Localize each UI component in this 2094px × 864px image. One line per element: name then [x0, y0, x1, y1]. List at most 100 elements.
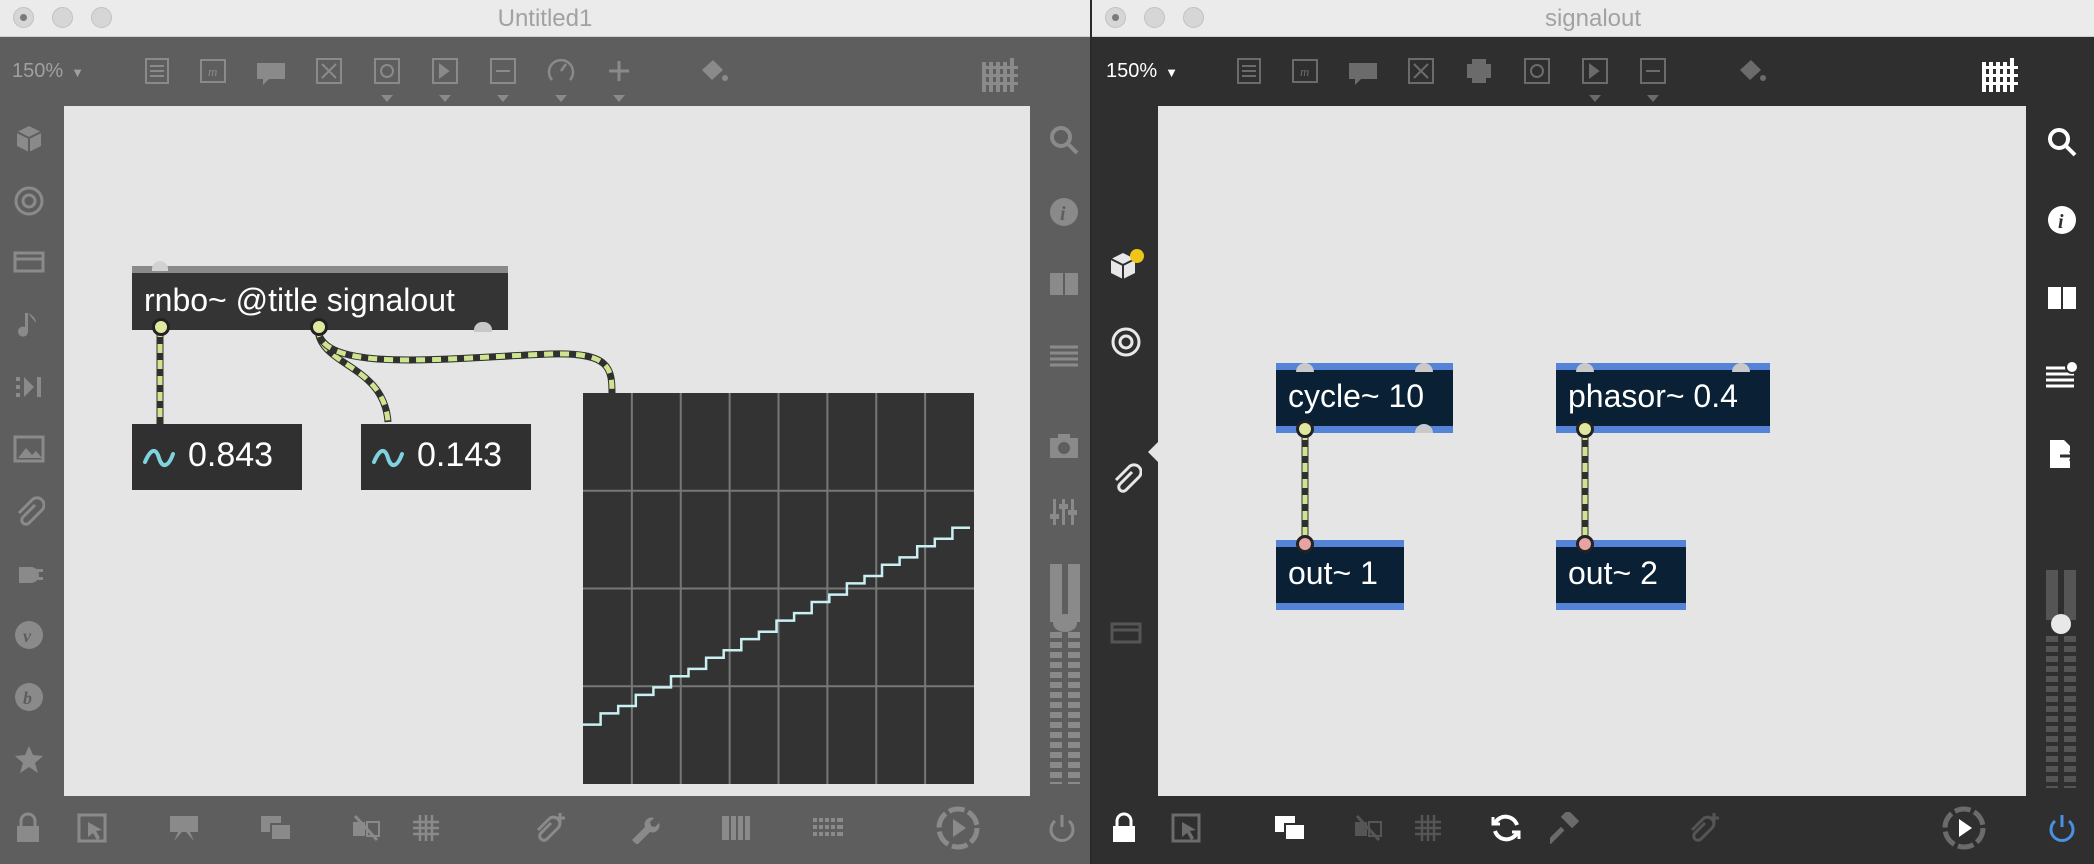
outlet[interactable] [1576, 420, 1594, 438]
inlet[interactable] [1576, 535, 1594, 553]
paperclip-icon[interactable] [10, 492, 48, 530]
zoom-dropdown[interactable]: 150% ▼ [1106, 60, 1178, 83]
export-icon[interactable] [2042, 434, 2082, 474]
outlet-3[interactable] [474, 322, 492, 332]
pin-add-icon[interactable] [1684, 810, 1724, 846]
target-icon[interactable] [10, 182, 48, 220]
number-icon[interactable] [428, 54, 462, 102]
number-signal-box-1[interactable]: 0.843 [132, 424, 302, 490]
search-icon[interactable] [1044, 122, 1084, 158]
hammer-icon[interactable] [1546, 810, 1586, 846]
button-icon[interactable] [370, 54, 404, 102]
package-icon[interactable] [10, 120, 48, 158]
number-icon[interactable] [1578, 54, 1612, 102]
hash-grid-icon[interactable] [406, 810, 446, 846]
comment-icon[interactable] [254, 56, 288, 90]
power-icon[interactable] [2044, 810, 2080, 846]
media-icon[interactable] [1106, 614, 1146, 654]
number-signal-box-2[interactable]: 0.143 [361, 424, 531, 490]
layers-icon[interactable] [1270, 810, 1310, 846]
piano-icon[interactable] [716, 810, 756, 846]
matrix-icon[interactable] [1462, 54, 1496, 88]
add-object-icon[interactable] [602, 54, 636, 102]
split-icon[interactable] [2042, 278, 2082, 318]
mixer-icon[interactable] [1044, 494, 1084, 530]
search-icon[interactable] [2042, 122, 2082, 162]
comment-icon[interactable] [1346, 56, 1380, 90]
audio-on-icon[interactable] [1940, 804, 1988, 852]
sequencer-icon[interactable] [10, 368, 48, 406]
presentation-icon[interactable] [1166, 810, 1206, 846]
inlet[interactable] [1296, 363, 1314, 372]
plugin-icon[interactable] [10, 554, 48, 592]
grid-icon[interactable] [1980, 54, 2020, 94]
lock-icon[interactable] [1106, 810, 1142, 846]
cycle-object[interactable]: cycle~ 10 [1276, 363, 1453, 438]
toggle-icon[interactable] [312, 54, 346, 88]
toggle-icon[interactable] [1404, 54, 1438, 88]
music-note-icon[interactable] [10, 306, 48, 344]
paperclip-icon[interactable] [1106, 458, 1146, 498]
camera-icon[interactable] [1044, 428, 1084, 464]
outlet-2[interactable] [310, 318, 328, 336]
split-icon[interactable] [1044, 266, 1084, 302]
outlet[interactable] [1415, 424, 1433, 433]
output-level-meter[interactable] [1048, 564, 1082, 784]
inlet[interactable] [1576, 363, 1594, 372]
debug-icon[interactable] [1348, 810, 1388, 846]
package-icon[interactable] [1106, 246, 1146, 286]
outlet[interactable] [1296, 420, 1314, 438]
button-icon[interactable] [1520, 54, 1554, 88]
inlet[interactable] [152, 261, 168, 271]
debug-icon[interactable] [346, 810, 386, 846]
rnbo-object[interactable]: rnbo~ @title signalout [132, 261, 508, 336]
patcher-canvas[interactable]: cycle~ 10 phasor~ 0.4 out~ 1 out~ 2 [1158, 106, 2026, 796]
inlet[interactable] [1296, 535, 1314, 553]
patcher-list-icon[interactable] [1232, 54, 1266, 88]
bpatcher-icon[interactable]: m [196, 54, 230, 88]
zoom-dropdown[interactable]: 150% ▼ [12, 60, 84, 83]
keyboard-icon[interactable] [808, 810, 848, 846]
slider-icon[interactable] [1636, 54, 1670, 102]
bpatcher-icon[interactable]: m [1288, 54, 1322, 88]
title-bar[interactable]: Untitled1 [0, 0, 1090, 37]
title-bar[interactable]: signalout [1092, 0, 2094, 37]
paint-bucket-icon[interactable] [696, 54, 730, 88]
phasor-object[interactable]: phasor~ 0.4 [1556, 363, 1770, 438]
refresh-icon[interactable] [1486, 810, 1526, 846]
grid-icon[interactable] [980, 54, 1020, 94]
info-icon[interactable]: i [1044, 194, 1084, 230]
gain-slider-knob[interactable] [2051, 614, 2071, 634]
star-icon[interactable] [10, 740, 48, 778]
out-1-object[interactable]: out~ 1 [1276, 535, 1404, 610]
outlet-1[interactable] [152, 318, 170, 336]
lock-icon[interactable] [10, 810, 46, 846]
output-level-meter[interactable] [2044, 570, 2080, 790]
list-icon[interactable] [1044, 338, 1084, 374]
target-icon[interactable] [1106, 322, 1146, 362]
scope[interactable] [583, 393, 974, 784]
image-icon[interactable] [10, 430, 48, 468]
pin-add-icon[interactable] [530, 810, 570, 846]
paint-bucket-icon[interactable] [1734, 54, 1768, 88]
inlet[interactable] [1732, 363, 1750, 372]
power-icon[interactable] [1044, 810, 1080, 846]
patcher-canvas[interactable]: rnbo~ @title signalout 0.843 0.143 [64, 106, 1030, 796]
wrench-icon[interactable] [624, 810, 664, 846]
chat-icon[interactable] [164, 810, 204, 846]
media-icon[interactable] [10, 244, 48, 282]
hash-grid-icon[interactable] [1408, 810, 1448, 846]
out-2-object[interactable]: out~ 2 [1556, 535, 1686, 610]
list-icon[interactable] [2042, 356, 2082, 396]
slider-icon[interactable] [486, 54, 520, 102]
gain-slider-knob[interactable] [1053, 614, 1077, 632]
inlet[interactable] [1415, 363, 1433, 372]
patcher-list-icon[interactable] [140, 54, 174, 88]
b-icon[interactable]: b [10, 678, 48, 716]
info-icon[interactable]: i [2042, 200, 2082, 240]
v-icon[interactable]: v [10, 616, 48, 654]
layers-icon[interactable] [256, 810, 296, 846]
dial-icon[interactable] [544, 54, 578, 102]
presentation-icon[interactable] [72, 810, 112, 846]
audio-on-icon[interactable] [934, 804, 982, 852]
